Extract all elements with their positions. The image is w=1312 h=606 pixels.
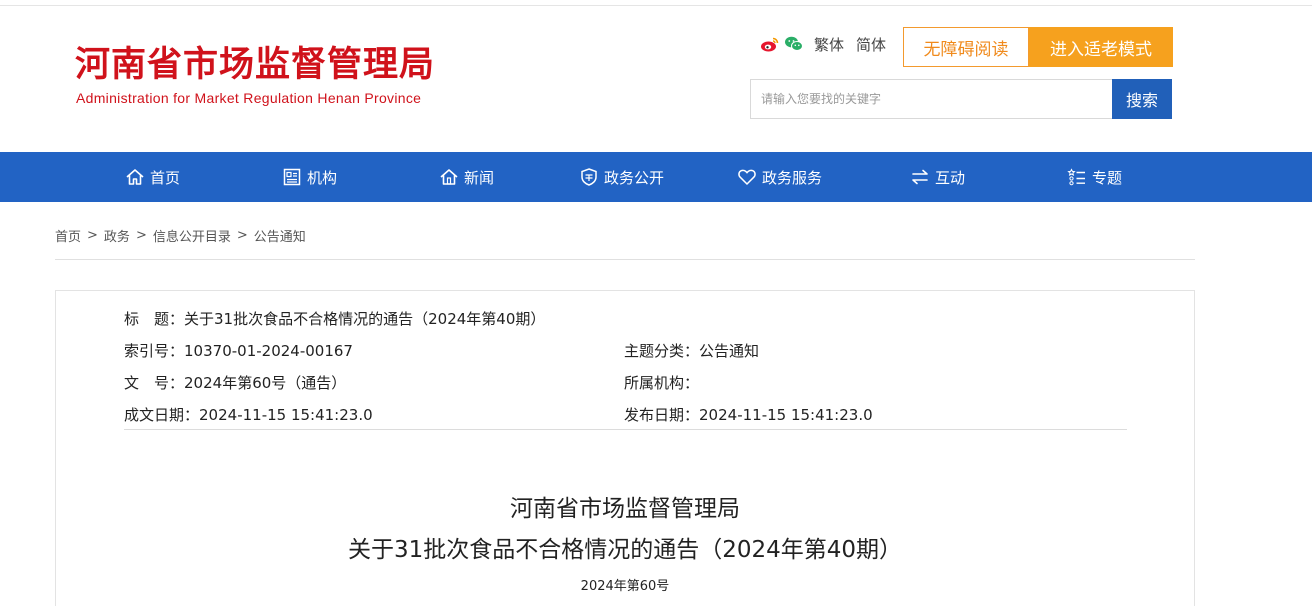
breadcrumb-separator: > — [135, 228, 147, 243]
meta-docno-value: 2024年第60号（通告） — [184, 374, 347, 392]
meta-published-label: 发布日期： — [624, 406, 700, 424]
meta-created-label: 成文日期： — [124, 406, 200, 424]
meta-org: 所属机构： — [624, 372, 699, 393]
meta-index-label: 索引号： — [124, 342, 185, 360]
nav-label: 首页 — [150, 168, 181, 187]
meta-created-value: 2024-11-15 15:41:23.0 — [199, 406, 373, 424]
document-number: 2024年第60号 — [580, 579, 670, 594]
top-divider — [0, 5, 1312, 6]
wechat-icon[interactable] — [784, 34, 804, 54]
nav-item-gov-affairs[interactable]: 政务公开 — [578, 152, 664, 202]
nav-label: 互动 — [935, 168, 966, 187]
meta-divider — [124, 429, 1127, 430]
org-icon — [281, 166, 303, 188]
meta-category-label: 主题分类： — [624, 342, 700, 360]
nav-item-interaction[interactable]: 互动 — [909, 152, 965, 202]
nav-label: 专题 — [1092, 168, 1123, 187]
nav-label: 机构 — [307, 168, 338, 187]
meta-category-value: 公告通知 — [699, 342, 760, 360]
site-logo-subtitle: Administration for Market Regulation Hen… — [76, 90, 422, 106]
lang-simplified-link[interactable]: 简体 — [856, 34, 886, 55]
meta-created-date: 成文日期：2024-11-15 15:41:23.0 — [124, 404, 373, 425]
nav-item-topics[interactable]: 专题 — [1066, 152, 1122, 202]
meta-category: 主题分类：公告通知 — [624, 340, 759, 361]
nav-item-home[interactable]: 首页 — [124, 152, 180, 202]
meta-index: 索引号：10370-01-2024-00167 — [124, 340, 353, 361]
heart-icon — [736, 166, 758, 188]
list-star-icon — [1066, 166, 1088, 188]
elder-mode-button[interactable]: 进入适老模式 — [1029, 27, 1173, 67]
meta-published-value: 2024-11-15 15:41:23.0 — [699, 406, 873, 424]
lang-traditional-link[interactable]: 繁体 — [814, 34, 844, 55]
meta-title-value: 关于31批次食品不合格情况的通告（2024年第40期） — [184, 310, 546, 328]
meta-published-date: 发布日期：2024-11-15 15:41:23.0 — [624, 404, 873, 425]
meta-docno: 文 号：2024年第60号（通告） — [124, 372, 346, 393]
breadcrumb: 首页 > 政务 > 信息公开目录 > 公告通知 — [55, 226, 306, 245]
main-nav: 首页 机构 新闻 政务公开 政务服务 互动 专题 — [0, 152, 1312, 202]
exchange-icon — [909, 166, 931, 188]
meta-docno-label: 文 号： — [124, 374, 185, 392]
nav-label: 政务公开 — [604, 168, 665, 187]
news-icon — [438, 166, 460, 188]
header-tools: 繁体 简体 — [760, 34, 886, 54]
nav-item-gov-services[interactable]: 政务服务 — [736, 152, 822, 202]
meta-title: 标 题：关于31批次食品不合格情况的通告（2024年第40期） — [124, 308, 545, 329]
breadcrumb-item-catalog[interactable]: 信息公开目录 — [153, 226, 231, 245]
nav-label: 政务服务 — [762, 168, 823, 187]
breadcrumb-separator: > — [236, 228, 248, 243]
breadcrumb-item-home[interactable]: 首页 — [55, 226, 81, 245]
meta-title-label: 标 题： — [124, 310, 185, 328]
search-input[interactable] — [750, 79, 1112, 119]
document-title-line1: 河南省市场监督管理局 — [510, 496, 740, 522]
nav-label: 新闻 — [464, 168, 495, 187]
site-logo-title[interactable]: 河南省市场监督管理局 — [75, 42, 435, 88]
meta-org-label: 所属机构： — [624, 374, 700, 392]
document-title-line2: 关于31批次食品不合格情况的通告（2024年第40期） — [347, 537, 903, 563]
home-icon — [124, 166, 146, 188]
nav-item-org[interactable]: 机构 — [281, 152, 337, 202]
accessibility-reading-button[interactable]: 无障碍阅读 — [903, 27, 1029, 67]
breadcrumb-separator: > — [87, 228, 98, 243]
breadcrumb-item-notices[interactable]: 公告通知 — [254, 226, 306, 245]
breadcrumb-item-gov[interactable]: 政务 — [104, 226, 130, 245]
shield-icon — [578, 166, 600, 188]
nav-item-news[interactable]: 新闻 — [438, 152, 494, 202]
weibo-icon[interactable] — [760, 34, 780, 54]
meta-index-value: 10370-01-2024-00167 — [184, 342, 353, 360]
search-button[interactable]: 搜索 — [1112, 79, 1172, 119]
breadcrumb-divider — [55, 259, 1195, 260]
